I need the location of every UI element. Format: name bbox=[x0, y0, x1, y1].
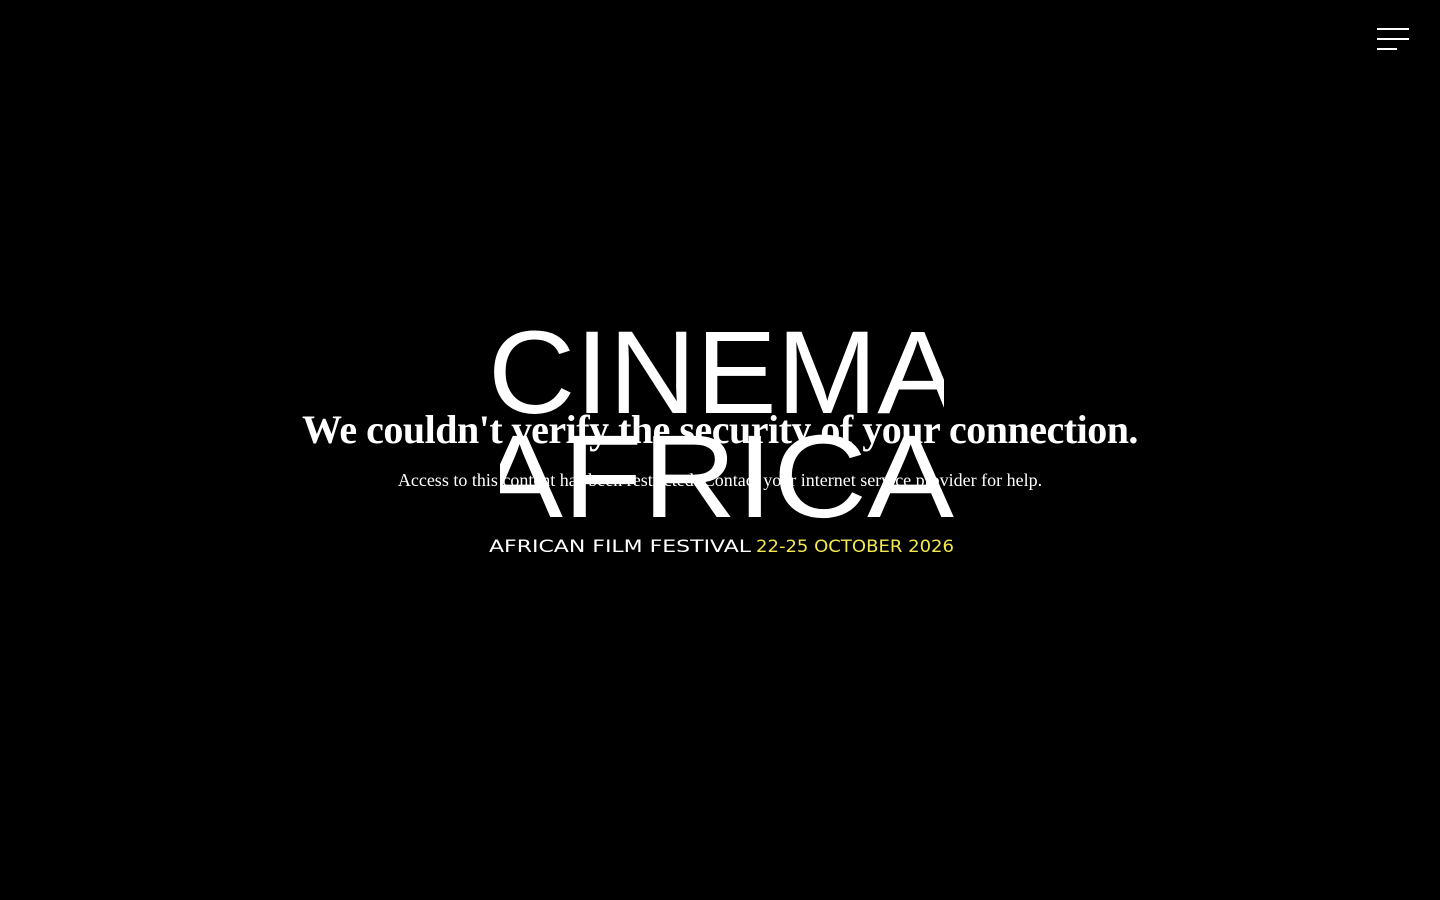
error-message: Access to this content has been restrict… bbox=[397, 470, 1043, 490]
logo-dates: 22-25 OCTOBER 2026 bbox=[756, 537, 954, 557]
error-title: We couldn't verify the security of your … bbox=[302, 407, 1138, 452]
hamburger-menu-icon bbox=[1377, 28, 1409, 30]
logo-tagline: AFRICAN FILM FESTIVAL bbox=[489, 537, 752, 557]
menu-button[interactable] bbox=[1372, 22, 1414, 56]
